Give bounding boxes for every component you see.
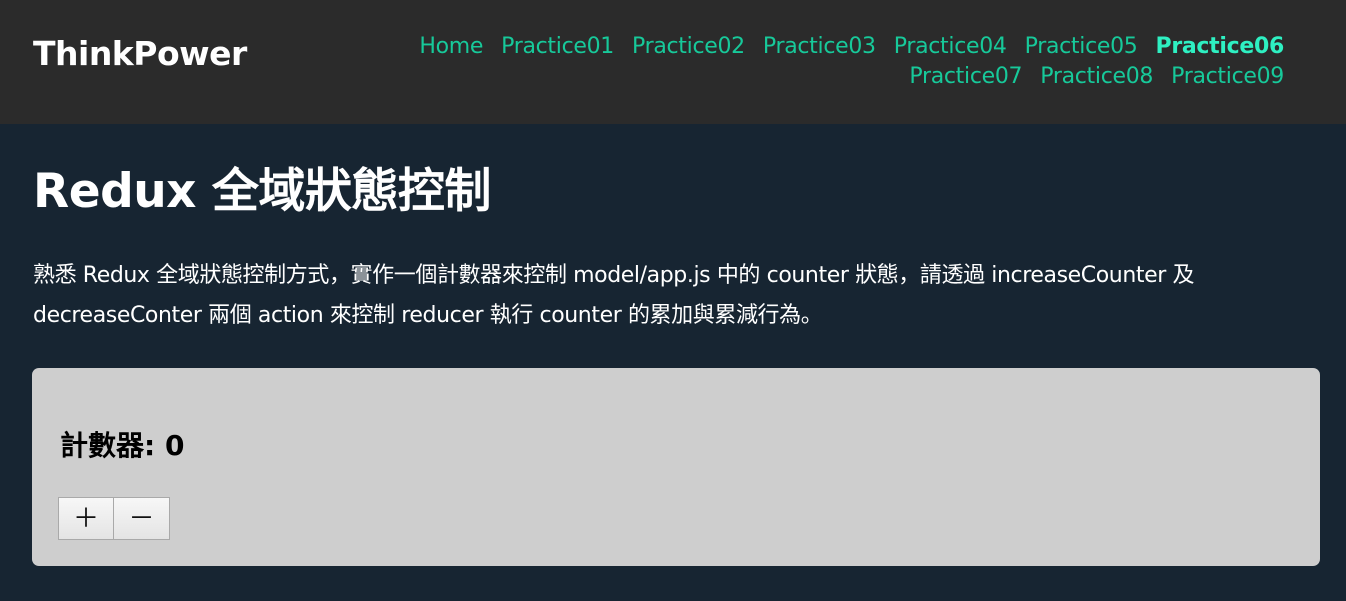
increase-button[interactable]: ＋	[58, 497, 114, 540]
page-description: 熟悉 Redux 全域狀態控制方式，實作一個計數器來控制 model/app.j…	[33, 263, 1195, 328]
counter-label: 計數器: 0	[60, 429, 185, 462]
counter-panel: 計數器: 0 ＋ －	[32, 368, 1320, 566]
nav-link-practice03[interactable]: Practice03	[763, 32, 876, 62]
nav-link-practice08[interactable]: Practice08	[1040, 62, 1153, 92]
nav-link-practice09[interactable]: Practice09	[1171, 62, 1284, 92]
counter-button-group: ＋ －	[58, 497, 170, 540]
nav-link-practice06[interactable]: Practice06	[1156, 32, 1285, 62]
nav-links: Home Practice01 Practice02 Practice03 Pr…	[364, 32, 1284, 92]
nav-link-home[interactable]: Home	[419, 32, 483, 62]
nav-link-practice07[interactable]: Practice07	[909, 62, 1022, 92]
nav-link-practice02[interactable]: Practice02	[632, 32, 745, 62]
nav-link-practice04[interactable]: Practice04	[894, 32, 1007, 62]
page-title: Redux 全域狀態控制	[33, 164, 491, 219]
decrease-button[interactable]: －	[114, 497, 170, 540]
navbar: ThinkPower Home Practice01 Practice02 Pr…	[0, 0, 1346, 124]
nav-link-practice05[interactable]: Practice05	[1025, 32, 1138, 62]
nav-link-practice01[interactable]: Practice01	[501, 32, 614, 62]
brand-logo[interactable]: ThinkPower	[33, 32, 247, 76]
